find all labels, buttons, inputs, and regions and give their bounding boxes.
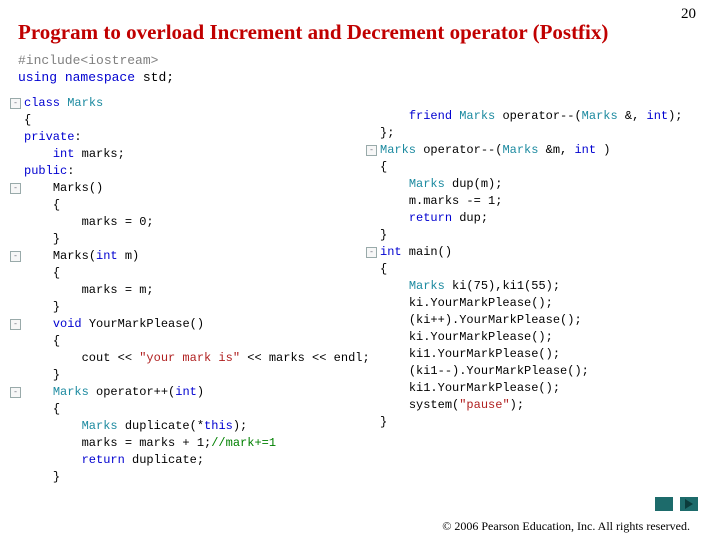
fold-icon: - <box>366 145 377 156</box>
fold-icon: - <box>10 387 21 398</box>
fold-icon: - <box>10 183 21 194</box>
fold-icon: - <box>10 319 21 330</box>
fold-icon: - <box>10 98 21 109</box>
preamble-code: #include<iostream> using namespace std; <box>18 52 174 86</box>
page-number: 20 <box>681 6 696 23</box>
copyright-text: © 2006 Pearson Education, Inc. All right… <box>442 519 690 534</box>
include-directive: #include <box>18 53 80 68</box>
nav-buttons <box>651 497 698 514</box>
fold-icon: - <box>366 247 377 258</box>
nav-next-icon[interactable] <box>680 497 698 511</box>
fold-icon: - <box>10 251 21 262</box>
nav-prev-icon[interactable] <box>655 497 673 511</box>
code-right-column: friend Marks operator--(Marks &, int); }… <box>380 108 710 431</box>
slide-title: Program to overload Increment and Decrem… <box>18 20 608 45</box>
code-left-column: -class Marks { private: int marks; publi… <box>24 95 364 486</box>
